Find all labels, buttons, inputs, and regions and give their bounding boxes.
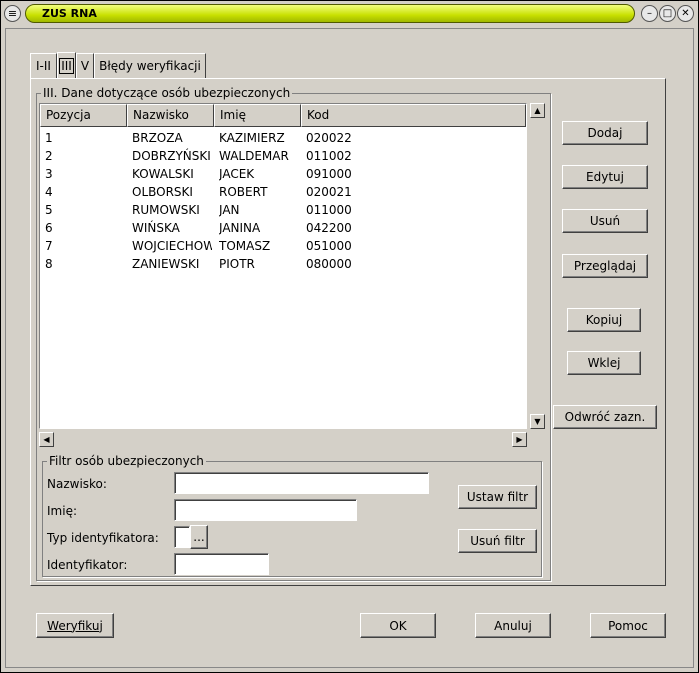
cell-pozycja: 3 [45,167,53,181]
identifier-input[interactable] [174,553,269,575]
cell-kod: 042200 [306,221,352,235]
scroll-left-icon[interactable]: ◀ [39,432,54,447]
scroll-up-icon[interactable]: ▲ [530,103,545,118]
cell-nazwisko: KOWALSKI [132,167,194,181]
identifier-label: Identyfikator: [47,558,128,572]
clear-filter-button[interactable]: Usuń filtr [458,529,537,553]
main-window: ≡ ZUS RNA – □ ✕ I-II III V Błędy weryfik… [0,0,699,673]
help-button[interactable]: Pomoc [590,613,666,638]
close-icon[interactable]: ✕ [677,5,694,22]
cell-nazwisko: WIŃSKA [132,221,180,235]
cell-nazwisko: ZANIEWSKI [132,257,200,271]
window-title: ZUS RNA [42,7,97,20]
column-header-pozycja[interactable]: Pozycja [40,104,127,127]
cell-pozycja: 2 [45,149,53,163]
cell-pozycja: 7 [45,239,53,253]
tab-label: I-II [36,59,51,73]
copy-button[interactable]: Kopiuj [567,308,641,332]
table-row[interactable]: 2 DOBRZYŃSKI WALDEMAR 011002 [40,147,526,165]
tab-label: V [80,59,90,73]
table-row[interactable]: 7 WOJCIECHOWSKI TOMASZ 051000 [40,237,526,255]
table-row[interactable]: 1 BRZOZA KAZIMIERZ 020022 [40,129,526,147]
cell-nazwisko: DOBRZYŃSKI [132,149,211,163]
set-filter-button[interactable]: Ustaw filtr [458,485,537,509]
tab-label: Błędy weryfikacji [99,59,201,73]
window-menu-icon[interactable]: ≡ [4,5,21,22]
column-header-nazwisko[interactable]: Nazwisko [127,104,214,127]
id-type-browse-button[interactable]: ... [190,525,208,549]
column-header-kod[interactable]: Kod [301,104,526,127]
horizontal-scrollbar[interactable]: ◀ ▶ [39,432,527,447]
name-input[interactable] [174,499,357,521]
scroll-down-icon[interactable]: ▼ [530,414,545,429]
cell-imie: WALDEMAR [219,149,289,163]
surname-label: Nazwisko: [47,477,107,491]
cell-pozycja: 1 [45,131,53,145]
cell-imie: ROBERT [219,185,268,199]
cell-pozycja: 8 [45,257,53,271]
paste-button[interactable]: Wklej [567,351,641,375]
edit-button[interactable]: Edytuj [562,165,648,189]
tab-i-ii[interactable]: I-II [30,53,57,78]
table-row[interactable]: 5 RUMOWSKI JAN 011000 [40,201,526,219]
insured-persons-table[interactable]: Pozycja Nazwisko Imię Kod 1 BRZOZA KAZIM… [39,103,527,429]
add-button[interactable]: Dodaj [562,121,648,145]
tab-label: III [59,57,74,74]
cell-imie: JAN [219,203,240,217]
cell-kod: 080000 [306,257,352,271]
delete-button[interactable]: Usuń [562,209,648,233]
cell-nazwisko: WOJCIECHOWSKI [132,239,212,253]
table-row[interactable]: 4 OLBORSKI ROBERT 020021 [40,183,526,201]
table-row[interactable]: 6 WIŃSKA JANINA 042200 [40,219,526,237]
cell-imie: JANINA [219,221,261,235]
cancel-button[interactable]: Anuluj [475,613,551,638]
table-row[interactable]: 8 ZANIEWSKI PIOTR 080000 [40,255,526,273]
ok-button[interactable]: OK [360,613,436,638]
cell-kod: 011000 [306,203,352,217]
verify-button[interactable]: Weryfikuj [36,613,114,638]
minimize-icon[interactable]: – [641,5,658,22]
surname-input[interactable] [174,472,429,494]
cell-imie: JACEK [219,167,255,181]
cell-kod: 091000 [306,167,352,181]
group-title: III. Dane dotyczące osób ubezpieczonych [41,86,293,100]
tab-iii[interactable]: III [57,52,76,78]
cell-nazwisko: RUMOWSKI [132,203,200,217]
id-type-input[interactable] [174,526,190,548]
vertical-scrollbar[interactable]: ▲ ▼ [530,103,546,429]
cell-kod: 020021 [306,185,352,199]
cell-kod: 011002 [306,149,352,163]
id-type-label: Typ identyfikatora: [47,531,159,545]
browse-button[interactable]: Przeglądaj [562,254,648,278]
title-pill: ZUS RNA [25,4,635,23]
cell-kod: 020022 [306,131,352,145]
cell-nazwisko: OLBORSKI [132,185,193,199]
title-bar: ≡ ZUS RNA – □ ✕ [1,1,698,27]
table-row[interactable]: 3 KOWALSKI JACEK 091000 [40,165,526,183]
cell-imie: TOMASZ [219,239,271,253]
cell-nazwisko: BRZOZA [132,131,183,145]
invert-selection-button[interactable]: Odwróć zazn. [553,405,657,429]
cell-pozycja: 4 [45,185,53,199]
scroll-right-icon[interactable]: ▶ [512,432,527,447]
cell-imie: KAZIMIERZ [219,131,285,145]
filter-group-title: Filtr osób ubezpieczonych [47,454,206,468]
tab-bledy-weryfikacji[interactable]: Błędy weryfikacji [94,53,206,78]
cell-pozycja: 6 [45,221,53,235]
cell-kod: 051000 [306,239,352,253]
cell-pozycja: 5 [45,203,53,217]
tab-v[interactable]: V [76,53,94,78]
name-label: Imię: [47,504,77,518]
column-header-imie[interactable]: Imię [214,104,301,127]
maximize-icon[interactable]: □ [659,5,676,22]
cell-imie: PIOTR [219,257,255,271]
